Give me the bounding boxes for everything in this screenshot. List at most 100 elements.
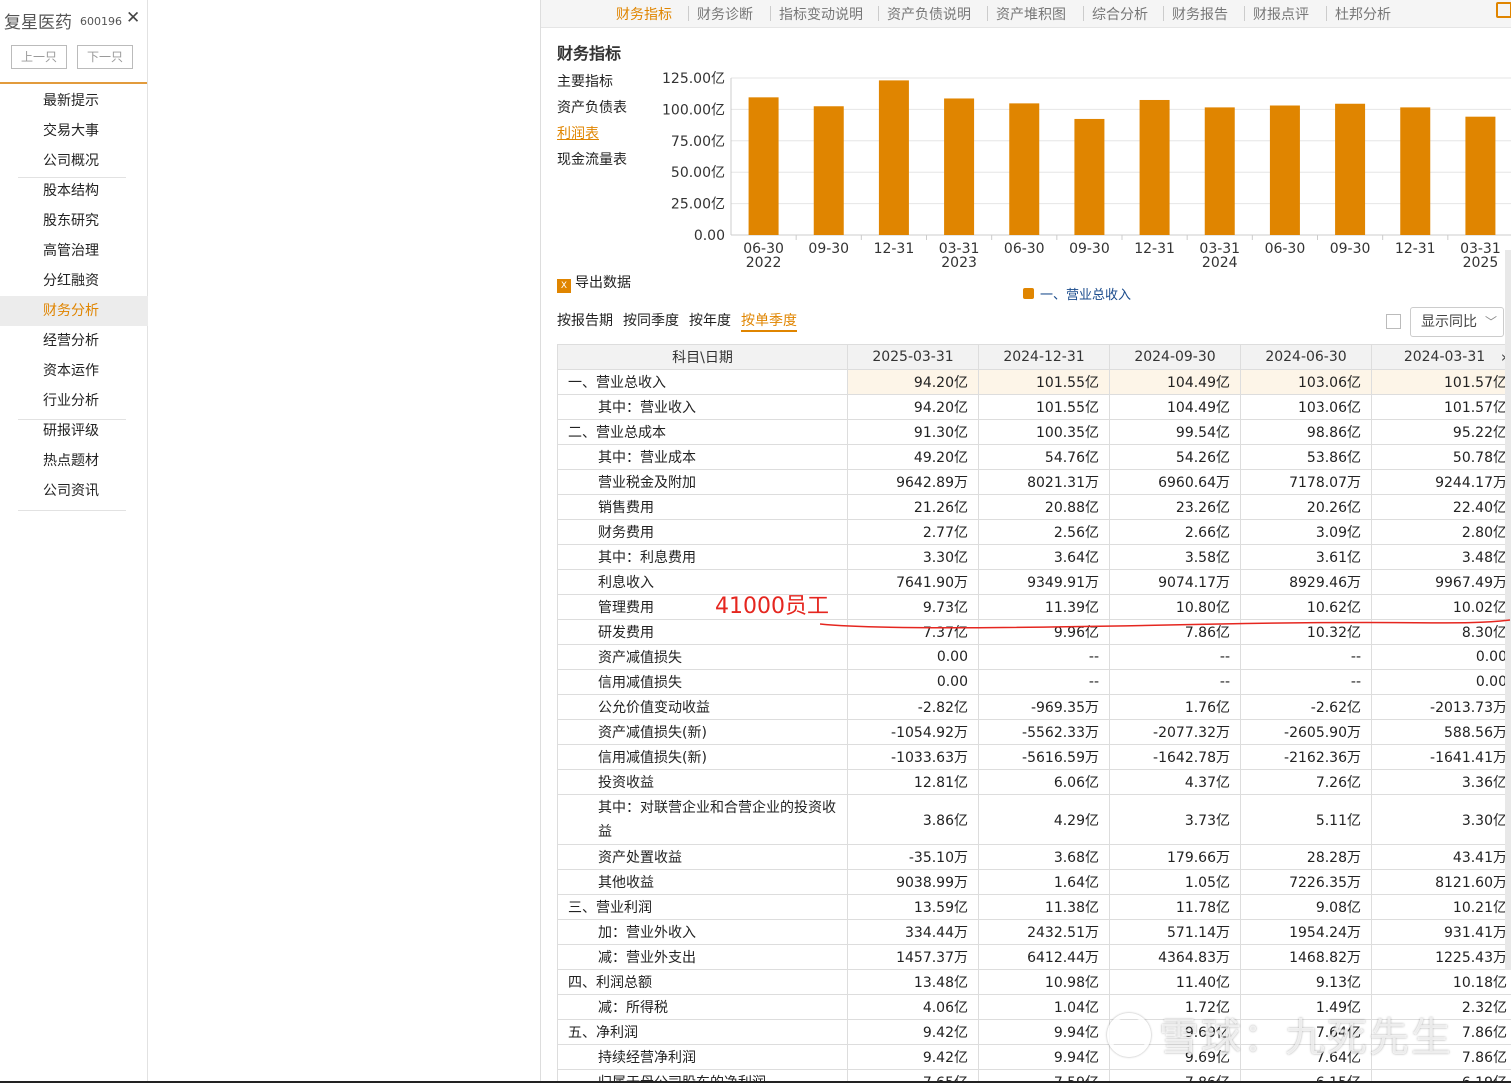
tab-3[interactable]: 资产负债说明 — [887, 4, 971, 24]
table-header-date[interactable]: 2025-03-31 — [847, 344, 979, 370]
table-header-date[interactable]: 2024-12-31 — [978, 344, 1110, 370]
export-data-button[interactable]: X 导出数据 — [557, 272, 631, 293]
sidebar-item[interactable]: 交易大事 — [0, 116, 148, 146]
sidebar-item[interactable]: 经营分析 — [0, 326, 148, 356]
sidebar-item[interactable]: 研报评级 — [0, 416, 148, 446]
table-cell: -35.10万 — [847, 844, 979, 870]
table-row: 资产减值损失(新) -1054.92万 -5562.33万 -2077.32万 -260… — [557, 719, 1511, 745]
close-icon[interactable]: ✕ — [126, 10, 140, 27]
table-cell: 6412.44万 — [978, 944, 1110, 970]
tab-4[interactable]: 资产堆积图 — [996, 4, 1066, 24]
sidebar-item[interactable]: 财务分析 — [0, 296, 148, 326]
table-cell: 100.35亿 — [978, 419, 1110, 445]
tab-separator — [987, 6, 988, 21]
subnav-item[interactable]: 利润表 — [557, 123, 599, 143]
share-icon[interactable] — [1496, 2, 1511, 18]
period-tab[interactable]: 按单季度 — [741, 310, 797, 332]
yoy-checkbox[interactable] — [1386, 314, 1401, 329]
table-cell: 9244.17万 — [1371, 469, 1511, 495]
sidebar-item[interactable]: 公司资讯 — [0, 476, 148, 506]
row-label: 资产减值损失(新) — [557, 719, 848, 745]
table-cell: 20.88亿 — [978, 494, 1110, 520]
table-cell: 95.22亿 — [1371, 419, 1511, 445]
tab-separator — [1244, 6, 1245, 21]
x-tick-label: 12-31 — [1134, 241, 1175, 257]
row-label: 其中：利息费用 — [557, 544, 848, 570]
table-cell: 2.56亿 — [978, 519, 1110, 545]
sidebar-item[interactable]: 最新提示 — [0, 86, 148, 116]
table-cell: 104.49亿 — [1109, 369, 1241, 395]
row-label: 五、净利润 — [557, 1019, 848, 1045]
tab-5[interactable]: 综合分析 — [1092, 4, 1148, 24]
subnav-item[interactable]: 现金流量表 — [557, 149, 627, 169]
table-cell: 54.26亿 — [1109, 444, 1241, 470]
chart-legend[interactable]: 一、营业总收入 — [1023, 284, 1131, 303]
next-stock-button[interactable]: 下一只 — [77, 45, 133, 69]
subnav-item[interactable]: 主要指标 — [557, 71, 613, 91]
table-cell: 1954.24万 — [1240, 919, 1372, 945]
table-cell: 20.26亿 — [1240, 494, 1372, 520]
period-tab[interactable]: 按年度 — [689, 310, 731, 330]
bar — [1074, 118, 1105, 235]
table-cell: 3.30亿 — [1371, 794, 1511, 845]
tab-6[interactable]: 财务报告 — [1172, 4, 1228, 24]
table-cell: 3.61亿 — [1240, 544, 1372, 570]
sidebar-item[interactable]: 公司概况 — [0, 146, 148, 176]
table-header-date[interactable]: 2024-06-30 — [1240, 344, 1372, 370]
tab-2[interactable]: 指标变动说明 — [779, 4, 863, 24]
row-label: 公允价值变动收益 — [557, 694, 848, 720]
prev-stock-button[interactable]: 上一只 — [11, 45, 67, 69]
sidebar-item[interactable]: 行业分析 — [0, 386, 148, 416]
tab-separator — [878, 6, 879, 21]
y-tick-label: 25.00亿 — [671, 197, 725, 213]
sidebar-item[interactable]: 股东研究 — [0, 206, 148, 236]
sidebar-item[interactable]: 热点题材 — [0, 446, 148, 476]
table-cell: 1.05亿 — [1109, 869, 1241, 895]
period-tab[interactable]: 按同季度 — [623, 310, 679, 330]
table-row: 其中：利息费用 3.30亿 3.64亿 3.58亿 3.61亿 3.48亿 — [557, 544, 1511, 570]
table-cell: 931.41万 — [1371, 919, 1511, 945]
table-cell: 101.57亿 — [1371, 394, 1511, 420]
annotation-underline — [820, 619, 1511, 629]
row-label: 资产减值损失 — [557, 644, 848, 670]
table-row: 信用减值损失(新) -1033.63万 -5616.59万 -1642.78万 -216… — [557, 744, 1511, 770]
table-row: 财务费用 2.77亿 2.56亿 2.66亿 3.09亿 2.80亿 — [557, 519, 1511, 545]
sidebar-item[interactable]: 分红融资 — [0, 266, 148, 296]
table-header-date[interactable]: 2024-03-31 — [1371, 344, 1511, 370]
table-row: 营业税金及附加 9642.89万 8021.31万 6960.64万 7178.07万 9… — [557, 469, 1511, 495]
tab-separator — [1083, 6, 1084, 21]
table-row: 减：营业外支出 1457.37万 6412.44万 4364.83万 1468.82万 1… — [557, 944, 1511, 970]
tab-8[interactable]: 杜邦分析 — [1335, 4, 1391, 24]
tab-1[interactable]: 财务诊断 — [697, 4, 753, 24]
top-tab-bar: 财务指标 财务诊断 指标变动说明 资产负债说明 资产堆积图 综合分析 财务报告 财报点评 杜邦分… — [541, 0, 1511, 28]
tab-7[interactable]: 财报点评 — [1253, 4, 1309, 24]
period-tab[interactable]: 按报告期 — [557, 310, 613, 330]
table-cell: 3.09亿 — [1240, 519, 1372, 545]
scrollbar[interactable] — [1505, 250, 1511, 970]
tab-separator — [770, 6, 771, 21]
table-cell: 4364.83万 — [1109, 944, 1241, 970]
table-cell: 23.26亿 — [1109, 494, 1241, 520]
table-cell: 7.26亿 — [1240, 769, 1372, 795]
table-header-date[interactable]: 2024-09-30 — [1109, 344, 1241, 370]
table-cell: -5562.33万 — [978, 719, 1110, 745]
table-header-subject: 科目\日期 — [557, 344, 848, 370]
table-row: 二、营业总成本 91.30亿 100.35亿 99.54亿 98.86亿 95.22亿 — [557, 419, 1511, 445]
table-cell: 9967.49万 — [1371, 569, 1511, 595]
table-row: 其他收益 9038.99万 1.64亿 1.05亿 7226.35万 8121.60万 — [557, 869, 1511, 895]
table-cell: 10.21亿 — [1371, 894, 1511, 920]
yoy-select[interactable]: 显示同比 ﹀ — [1410, 307, 1504, 337]
sidebar-item[interactable]: 资本运作 — [0, 356, 148, 386]
sidebar-item[interactable]: 高管治理 — [0, 236, 148, 266]
row-label: 加：营业外收入 — [557, 919, 848, 945]
subnav-item[interactable]: 资产负债表 — [557, 97, 627, 117]
table-cell: 91.30亿 — [847, 419, 979, 445]
chevron-down-icon: ﹀ — [1484, 315, 1497, 329]
table-cell: -- — [1109, 644, 1241, 670]
tab-0[interactable]: 财务指标 — [616, 4, 672, 24]
tab-separator — [1163, 6, 1164, 21]
table-cell: 2432.51万 — [978, 919, 1110, 945]
sidebar-item[interactable]: 股本结构 — [0, 176, 148, 206]
table-cell: 28.28万 — [1240, 844, 1372, 870]
bar — [1400, 107, 1431, 235]
